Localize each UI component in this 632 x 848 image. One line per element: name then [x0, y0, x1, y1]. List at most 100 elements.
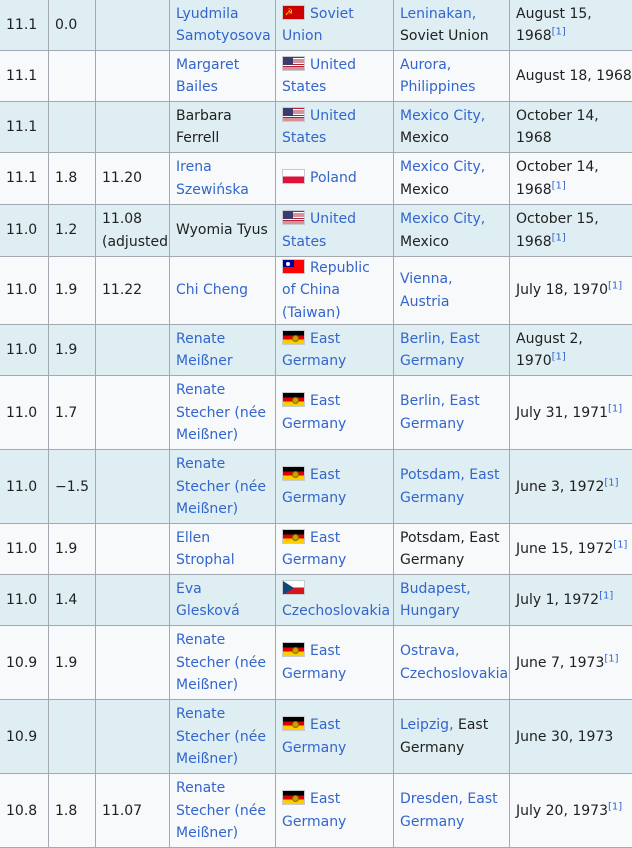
- venue-link[interactable]: Ostrava, Czechoslovakia: [400, 643, 508, 681]
- auto-time-cell: [96, 575, 170, 626]
- flag-icon: [282, 790, 305, 805]
- reference-link[interactable]: [1]: [552, 352, 566, 363]
- table-row: 11.0 1.9 11.22 Chi Cheng Republic of Chi…: [0, 257, 632, 325]
- time-cell: 11.0: [0, 575, 49, 626]
- date-cell: June 15, 1972[1]: [510, 524, 632, 575]
- wind-value: 1.9: [55, 342, 77, 358]
- athlete-cell: Renate Stecher (née Meißner): [170, 700, 276, 774]
- athlete-name[interactable]: Lyudmila Samotyosova: [176, 6, 271, 44]
- wind-cell: [49, 102, 96, 153]
- athlete-name[interactable]: Renate Stecher (née Meißner): [176, 382, 266, 443]
- date-value: July 18, 1970: [516, 282, 608, 298]
- wind-cell: 1.2: [49, 205, 96, 257]
- reference-link[interactable]: [1]: [604, 653, 618, 664]
- flag-icon: [282, 56, 305, 71]
- venue-link[interactable]: Dresden, East Germany: [400, 791, 498, 829]
- venue-cell: Mexico City, Mexico: [394, 102, 510, 153]
- auto-time-cell: [96, 524, 170, 575]
- auto-time-cell: [96, 626, 170, 700]
- date-value: July 20, 1973: [516, 803, 608, 819]
- flag-icon: [282, 107, 305, 122]
- venue-link[interactable]: Budapest, Hungary: [400, 581, 471, 619]
- auto-time-value: 11.22: [102, 282, 142, 298]
- athlete-name: Wyomia Tyus: [176, 222, 268, 238]
- time-cell: 11.0: [0, 205, 49, 257]
- time-cell: 11.0: [0, 450, 49, 524]
- venue-link[interactable]: Mexico City,: [400, 108, 485, 124]
- table-row: 11.0 1.9 Ellen Strophal East Germany Pot…: [0, 524, 632, 575]
- athlete-name[interactable]: Eva Glesková: [176, 581, 240, 619]
- auto-time-cell: 11.20: [96, 153, 170, 205]
- date-cell: August 15, 1968[1]: [510, 0, 632, 51]
- athlete-name[interactable]: Renate Stecher (née Meißner): [176, 706, 266, 767]
- reference-link[interactable]: [1]: [608, 403, 622, 414]
- nation-cell: East Germany: [276, 325, 394, 376]
- reference-link[interactable]: [1]: [552, 180, 566, 191]
- nation-link[interactable]: Poland: [310, 170, 357, 186]
- flag-icon: [282, 392, 305, 407]
- reference-link[interactable]: [1]: [552, 26, 566, 37]
- reference-link[interactable]: [1]: [613, 539, 627, 550]
- time-value: 11.0: [6, 592, 37, 608]
- auto-time-value: 11.20: [102, 170, 142, 186]
- time-value: 11.0: [6, 222, 37, 238]
- wind-cell: 1.9: [49, 626, 96, 700]
- athlete-name[interactable]: Ellen Strophal: [176, 530, 235, 568]
- date-cell: June 3, 1972[1]: [510, 450, 632, 524]
- venue-link[interactable]: Leipzig,: [400, 717, 454, 733]
- flag-icon: [282, 529, 305, 544]
- table-row: 10.8 1.8 11.07 Renate Stecher (née Meißn…: [0, 774, 632, 848]
- nation-link[interactable]: Czechoslovakia: [282, 603, 390, 619]
- reference-link[interactable]: [1]: [608, 801, 622, 812]
- reference-link[interactable]: [1]: [552, 232, 566, 243]
- athlete-name[interactable]: Irena Szewińska: [176, 159, 249, 197]
- venue-link[interactable]: Berlin, East Germany: [400, 331, 480, 369]
- venue-cell: Leninakan, Soviet Union: [394, 0, 510, 51]
- venue-cell: Budapest, Hungary: [394, 575, 510, 626]
- date-value: October 15, 1968: [516, 211, 599, 249]
- time-value: 11.0: [6, 479, 37, 495]
- wind-cell: 1.9: [49, 325, 96, 376]
- venue-link[interactable]: Berlin, East Germany: [400, 393, 480, 431]
- athlete-name[interactable]: Renate Stecher (née Meißner): [176, 456, 266, 517]
- athlete-name[interactable]: Renate Stecher (née Meißner): [176, 632, 266, 693]
- wind-cell: 1.8: [49, 774, 96, 848]
- venue-text: Potsdam, East Germany: [400, 530, 500, 568]
- nation-cell: Soviet Union: [276, 0, 394, 51]
- date-cell: October 14, 1968[1]: [510, 153, 632, 205]
- date-value: October 14, 1968: [516, 159, 599, 197]
- athlete-cell: Barbara Ferrell: [170, 102, 276, 153]
- athlete-name[interactable]: Renate Meißner: [176, 331, 233, 369]
- wind-cell: −1.5: [49, 450, 96, 524]
- athlete-name[interactable]: Margaret Bailes: [176, 57, 239, 95]
- reference-link[interactable]: [1]: [604, 477, 618, 488]
- time-value: 11.0: [6, 541, 37, 557]
- athlete-name[interactable]: Chi Cheng: [176, 282, 248, 298]
- venue-link[interactable]: Leninakan,: [400, 6, 476, 22]
- venue-cell: Mexico City, Mexico: [394, 205, 510, 257]
- wind-cell: [49, 51, 96, 102]
- venue-link[interactable]: Vienna, Austria: [400, 271, 453, 309]
- venue-link[interactable]: Mexico City,: [400, 211, 485, 227]
- venue-link[interactable]: Mexico City,: [400, 159, 485, 175]
- table-row: 10.9 Renate Stecher (née Meißner) East G…: [0, 700, 632, 774]
- time-cell: 10.9: [0, 626, 49, 700]
- athlete-cell: Renate Stecher (née Meißner): [170, 450, 276, 524]
- auto-time-cell: [96, 450, 170, 524]
- time-value: 11.0: [6, 342, 37, 358]
- athlete-cell: Renate Stecher (née Meißner): [170, 626, 276, 700]
- venue-link[interactable]: Aurora, Philippines: [400, 57, 475, 95]
- time-cell: 11.1: [0, 51, 49, 102]
- table-row: 11.0 1.4 Eva Glesková Czechoslovakia Bud…: [0, 575, 632, 626]
- reference-link[interactable]: [1]: [608, 281, 622, 292]
- wind-value: 1.9: [55, 282, 77, 298]
- flag-icon: [282, 716, 305, 731]
- athlete-cell: Ellen Strophal: [170, 524, 276, 575]
- time-value: 10.8: [6, 803, 37, 819]
- reference-link[interactable]: [1]: [599, 590, 613, 601]
- date-value: August 15, 1968: [516, 6, 592, 44]
- date-cell: July 18, 1970[1]: [510, 257, 632, 325]
- venue-cell: Vienna, Austria: [394, 257, 510, 325]
- venue-link[interactable]: Potsdam, East Germany: [400, 467, 500, 505]
- date-value: June 15, 1972: [516, 541, 613, 557]
